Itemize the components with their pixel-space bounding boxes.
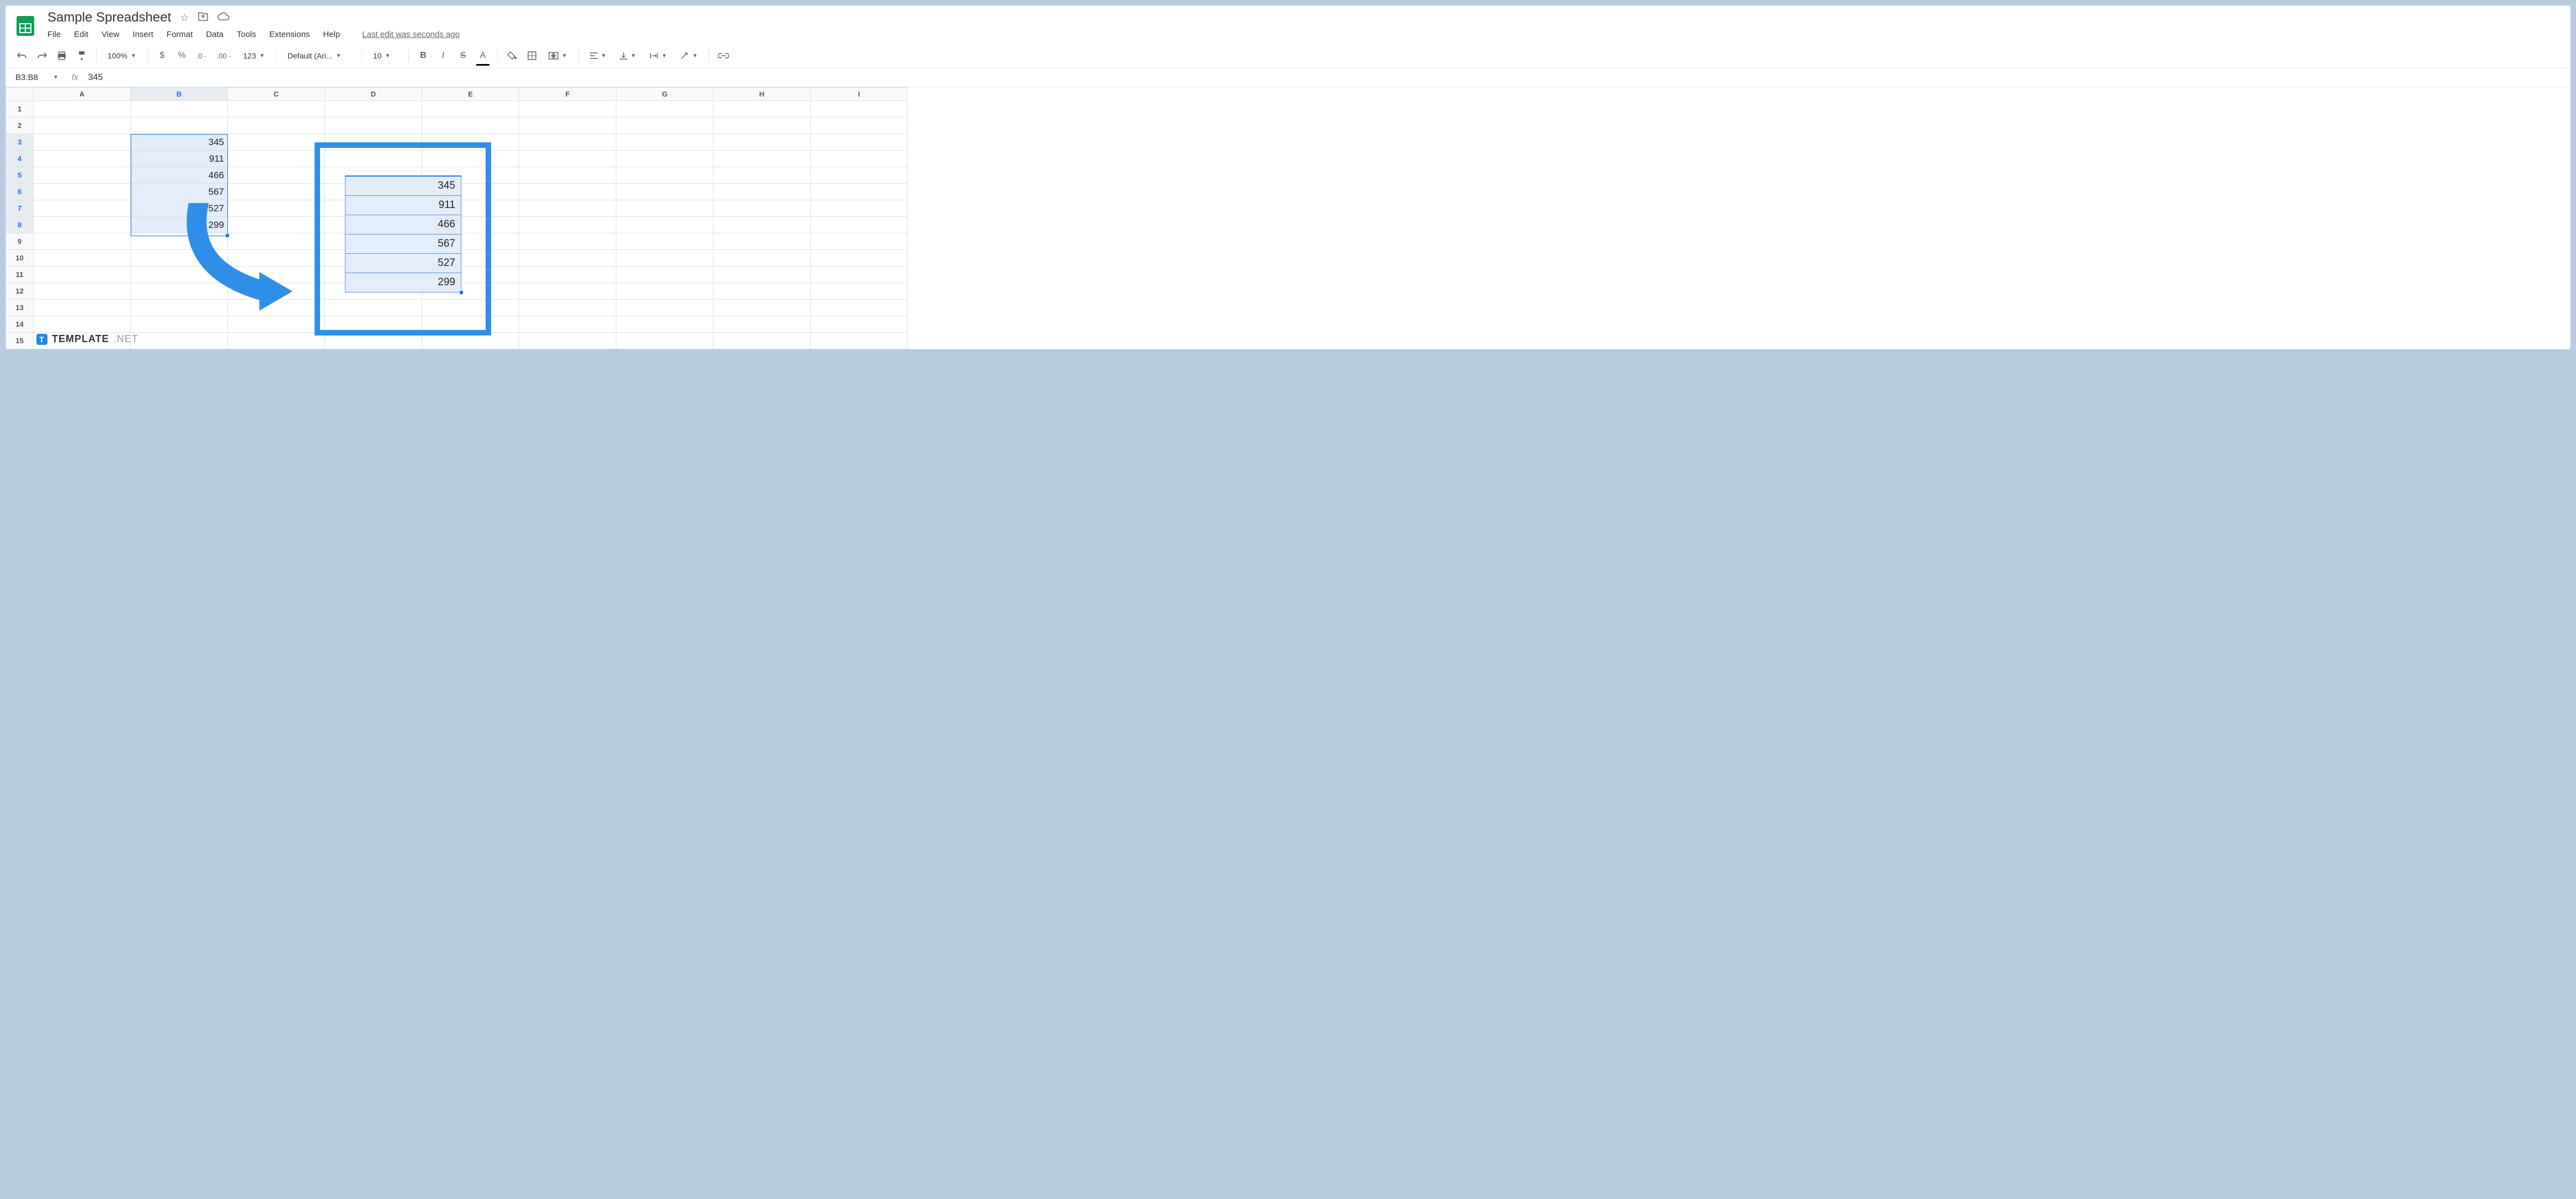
percent-button[interactable]: % <box>174 48 190 63</box>
decrease-decimal-button[interactable]: .0← <box>194 48 210 63</box>
row-header-14[interactable]: 14 <box>6 316 34 333</box>
spreadsheet[interactable]: A B C D E F G H I 1 2 3345 4911 5466 656… <box>6 87 2570 349</box>
select-all-corner[interactable] <box>6 88 34 101</box>
row-header-1[interactable]: 1 <box>6 101 34 118</box>
menu-extensions[interactable]: Extensions <box>269 28 310 41</box>
undo-button[interactable] <box>14 48 30 63</box>
col-header-G[interactable]: G <box>616 88 714 101</box>
watermark-text: TEMPLATE <box>52 333 109 345</box>
row-header-5[interactable]: 5 <box>6 167 34 184</box>
paint-format-button[interactable] <box>74 48 89 63</box>
row-header-10[interactable]: 10 <box>6 250 34 267</box>
strikethrough-button[interactable]: S <box>455 48 471 63</box>
row-header-8[interactable]: 8 <box>6 217 34 233</box>
link-button[interactable] <box>716 48 731 63</box>
cell-B8[interactable]: 299 <box>131 217 228 233</box>
cell-B4[interactable]: 911 <box>131 151 228 167</box>
rotate-select[interactable]: ▼ <box>676 52 702 60</box>
callout-cell-3: 466 <box>345 215 461 234</box>
col-header-F[interactable]: F <box>519 88 616 101</box>
menu-insert[interactable]: Insert <box>132 28 153 41</box>
selection-handle[interactable] <box>225 233 230 238</box>
doc-title[interactable]: Sample Spreadsheet <box>47 10 171 25</box>
header: Sample Spreadsheet ☆ File Edit View Inse… <box>6 6 2570 44</box>
row-header-2[interactable]: 2 <box>6 118 34 134</box>
menu-data[interactable]: Data <box>206 28 223 41</box>
callout-cell-6: 299 <box>345 273 461 292</box>
star-icon[interactable]: ☆ <box>180 12 189 24</box>
callout-cell-5: 527 <box>345 253 461 273</box>
col-header-C[interactable]: C <box>228 88 325 101</box>
row-header-4[interactable]: 4 <box>6 151 34 167</box>
halign-select[interactable]: ▼ <box>586 52 611 59</box>
menu-bar: File Edit View Insert Format Data Tools … <box>47 28 460 41</box>
menu-format[interactable]: Format <box>167 28 193 41</box>
font-size-select[interactable]: 10▼ <box>369 51 402 60</box>
title-area: Sample Spreadsheet ☆ File Edit View Inse… <box>47 10 460 41</box>
row-header-13[interactable]: 13 <box>6 300 34 316</box>
watermark-icon: T <box>36 334 47 345</box>
callout-content: 345 911 466 567 527 299 <box>345 175 461 292</box>
wrap-select[interactable]: ▼ <box>645 52 672 59</box>
col-header-A[interactable]: A <box>34 88 131 101</box>
cell-B5[interactable]: 466 <box>131 167 228 184</box>
col-header-E[interactable]: E <box>422 88 519 101</box>
menu-help[interactable]: Help <box>323 28 340 41</box>
fx-label: fx <box>72 73 78 82</box>
callout-cell-4: 567 <box>345 234 461 253</box>
zoom-select[interactable]: 100%▼ <box>103 51 141 60</box>
col-header-D[interactable]: D <box>325 88 422 101</box>
valign-select[interactable]: ▼ <box>615 52 641 60</box>
watermark-net: .NET <box>114 333 139 345</box>
redo-button[interactable] <box>34 48 50 63</box>
menu-view[interactable]: View <box>102 28 119 41</box>
row-header-3[interactable]: 3 <box>6 134 34 151</box>
print-button[interactable] <box>54 48 70 63</box>
italic-button[interactable]: I <box>435 48 451 63</box>
borders-button[interactable] <box>524 48 540 63</box>
edit-status[interactable]: Last edit was seconds ago <box>362 30 460 39</box>
formula-bar: B3:B8▼ fx 345 <box>6 68 2570 87</box>
merge-select[interactable]: ▼ <box>544 52 572 60</box>
font-select[interactable]: Default (Ari...▼ <box>283 51 355 60</box>
cell-B6[interactable]: 567 <box>131 184 228 200</box>
bold-button[interactable]: B <box>416 48 431 63</box>
cell-B7[interactable]: 527 <box>131 200 228 217</box>
cell-B3[interactable]: 345 <box>131 134 228 151</box>
row-header-15[interactable]: 15 <box>6 333 34 349</box>
currency-button[interactable]: $ <box>155 48 170 63</box>
callout-handle <box>459 290 464 295</box>
sheets-logo[interactable] <box>14 15 36 37</box>
app-window: Sample Spreadsheet ☆ File Edit View Inse… <box>6 6 2570 349</box>
watermark: T TEMPLATE .NET <box>36 333 139 345</box>
formula-input[interactable]: 345 <box>88 73 103 83</box>
menu-tools[interactable]: Tools <box>237 28 256 41</box>
cell-reference[interactable]: B3:B8▼ <box>12 72 62 83</box>
row-header-7[interactable]: 7 <box>6 200 34 217</box>
text-color-button[interactable]: A <box>475 48 491 63</box>
col-header-B[interactable]: B <box>131 88 228 101</box>
fill-color-button[interactable] <box>504 48 520 63</box>
menu-file[interactable]: File <box>47 28 61 41</box>
row-header-9[interactable]: 9 <box>6 233 34 250</box>
callout-cell-1: 345 <box>345 176 461 195</box>
increase-decimal-button[interactable]: .00→ <box>215 48 235 63</box>
row-header-11[interactable]: 11 <box>6 267 34 283</box>
row-header-6[interactable]: 6 <box>6 184 34 200</box>
row-header-12[interactable]: 12 <box>6 283 34 300</box>
cloud-icon[interactable] <box>217 12 230 24</box>
callout-cell-2: 911 <box>345 195 461 215</box>
move-icon[interactable] <box>198 12 209 24</box>
col-header-I[interactable]: I <box>811 88 908 101</box>
menu-edit[interactable]: Edit <box>74 28 88 41</box>
toolbar: 100%▼ $ % .0← .00→ 123▼ Default (Ari...▼… <box>6 44 2570 68</box>
col-header-H[interactable]: H <box>714 88 811 101</box>
format-select[interactable]: 123▼ <box>239 51 269 60</box>
